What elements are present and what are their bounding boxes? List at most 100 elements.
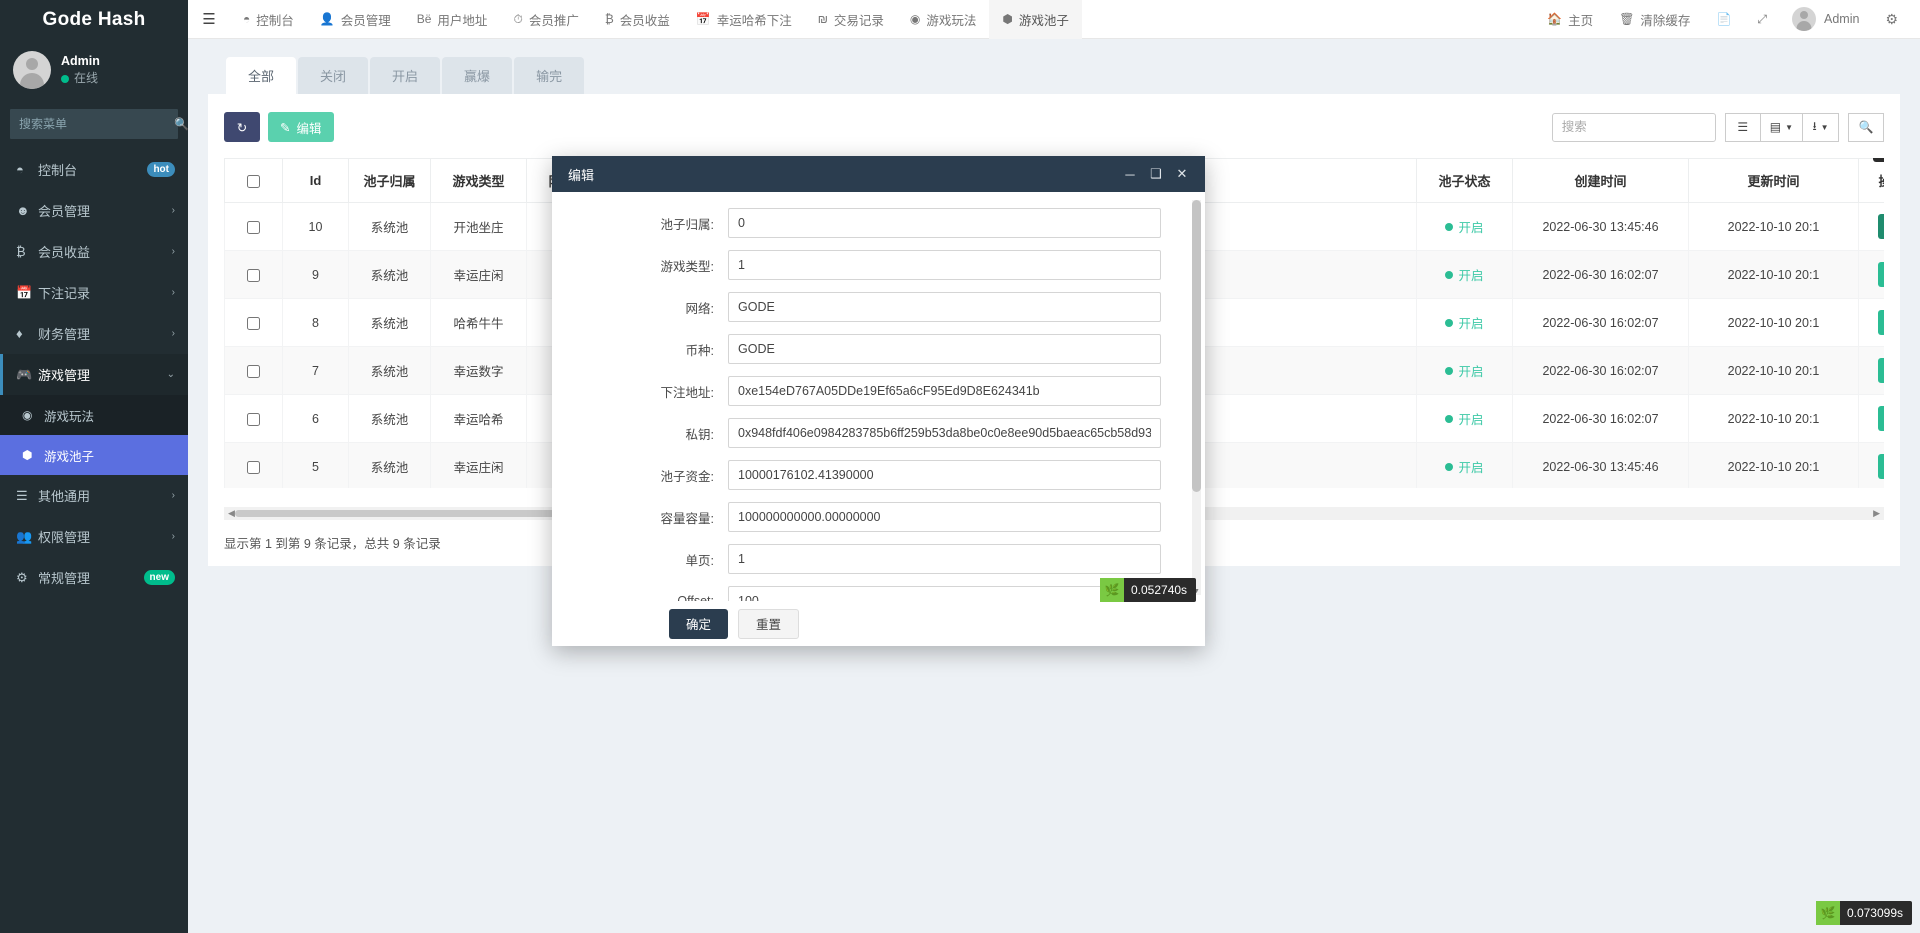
row-edit-button[interactable]: ✎ <box>1878 310 1884 335</box>
topnav-home[interactable]: 🏠 主页 <box>1534 0 1606 39</box>
page-size-input[interactable] <box>728 544 1161 574</box>
tab-open[interactable]: 开启 <box>370 57 441 94</box>
status-badge: 开启 <box>1458 365 1484 379</box>
bet-address-input[interactable] <box>728 376 1161 406</box>
close-icon[interactable]: ✕ <box>1169 166 1195 182</box>
header-status[interactable]: 池子状态 <box>1416 158 1513 203</box>
topnav-tab-game-play[interactable]: ◉ 游戏玩法 <box>897 0 990 39</box>
reset-button[interactable]: 重置 <box>738 608 800 639</box>
cell-id: 10 <box>282 202 349 251</box>
topnav-fullscreen-button[interactable]: ⤢ <box>1744 0 1780 39</box>
topnav-tab-label: 幸运哈希下注 <box>716 13 792 28</box>
header-id[interactable]: Id <box>282 158 349 203</box>
row-edit-button[interactable]: ✎ <box>1878 406 1884 431</box>
dialog-scrollbar[interactable]: ▼ <box>1192 200 1201 595</box>
select-all-header <box>224 158 283 203</box>
dashboard-icon: ◓ <box>243 12 251 26</box>
grid-icon[interactable]: ▤ ▼ <box>1760 112 1803 142</box>
scroll-right-icon[interactable]: ▶ <box>1869 508 1884 519</box>
capacity-input[interactable] <box>728 502 1161 532</box>
search-icon[interactable]: 🔍 <box>1848 112 1884 142</box>
sidebar-item-permissions[interactable]: 👥 权限管理 › <box>0 516 188 557</box>
sidebar-item-dashboard[interactable]: ◓ 控制台 hot <box>0 149 188 190</box>
search-input[interactable] <box>1551 112 1716 142</box>
sidebar-item-game-play[interactable]: ◉ 游戏玩法 <box>0 395 188 435</box>
cell-game-type: 幸运数字 <box>430 346 527 395</box>
offset-input[interactable] <box>728 586 1161 601</box>
field-label: 池子归属: <box>660 217 714 232</box>
hamburger-icon[interactable]: ☰ <box>188 0 230 39</box>
edit-button[interactable]: ✎ 编辑 <box>268 112 334 142</box>
topnav-tab-member-promotion[interactable]: ⏱ 会员推广 <box>500 0 591 39</box>
topnav-book-button[interactable]: 📄 <box>1703 0 1744 39</box>
topnav-tab-user-address[interactable]: Bë 用户地址 <box>404 0 501 39</box>
cell-id: 8 <box>282 298 349 347</box>
row-edit-button[interactable]: ✎ <box>1878 358 1884 383</box>
sidebar-item-other-general[interactable]: ☰ 其他通用 › <box>0 475 188 516</box>
game-type-input[interactable] <box>728 250 1161 280</box>
clock-icon: ⏱ <box>513 11 523 26</box>
user-icon: 👤 <box>319 12 335 26</box>
topnav-tab-dashboard[interactable]: ◓ 控制台 <box>230 0 307 39</box>
search-icon[interactable]: 🔍 <box>174 117 189 131</box>
sidebar-item-game-management[interactable]: 🎮 游戏管理 ⌄ <box>0 354 188 395</box>
tab-closed[interactable]: 关闭 <box>298 57 369 94</box>
minimize-icon[interactable]: ─ <box>1117 167 1143 182</box>
row-checkbox[interactable] <box>247 364 260 378</box>
topnav-user-menu[interactable]: Admin <box>1780 7 1871 31</box>
row-edit-button[interactable]: ✎ <box>1878 262 1884 287</box>
tab-lose[interactable]: 输完 <box>514 57 585 94</box>
maximize-icon[interactable]: ❑ <box>1143 166 1169 182</box>
export-icon[interactable]: ⭳ ▼ <box>1803 112 1839 142</box>
topnav-tab-transactions[interactable]: ₪ 交易记录 <box>805 0 897 39</box>
list-view-icon[interactable]: ☰ <box>1724 112 1761 142</box>
header-created[interactable]: 创建时间 <box>1512 158 1689 203</box>
sidebar-item-game-pool[interactable]: ⬢ 游戏池子 <box>0 435 188 475</box>
tab-all[interactable]: 全部 <box>226 57 297 94</box>
cell-game-type: 幸运哈希 <box>430 394 527 443</box>
header-game-type[interactable]: 游戏类型 <box>430 158 527 203</box>
row-edit-button[interactable]: ✎ <box>1878 214 1884 239</box>
topnav-tab-lucky-hash-bet[interactable]: 📅 幸运哈希下注 <box>683 0 805 39</box>
topnav-tab-member-income[interactable]: ₿ 会员收益 <box>592 0 683 39</box>
cell-action: ✎ <box>1858 250 1884 299</box>
row-checkbox[interactable] <box>247 268 260 282</box>
sidebar-item-finance[interactable]: ♦ 财务管理 › <box>0 313 188 354</box>
topnav-clear-cache[interactable]: 🗑 清除缓存 <box>1606 0 1703 39</box>
row-checkbox[interactable] <box>247 220 260 234</box>
sidebar-item-members[interactable]: ☻ 会员管理 › <box>0 190 188 231</box>
topnav-tab-game-pool[interactable]: ⬢ 游戏池子 <box>989 0 1082 39</box>
users-icon: 👥 <box>16 528 33 544</box>
sidebar-user-panel[interactable]: Admin 在线 <box>0 39 188 101</box>
gear-icon[interactable]: ⚙ <box>1871 11 1912 28</box>
row-checkbox[interactable] <box>247 460 260 474</box>
private-key-input[interactable] <box>728 418 1161 448</box>
book-icon: 📄 <box>1716 12 1732 26</box>
pool-owner-input[interactable] <box>728 208 1161 238</box>
menu-search-input[interactable] <box>19 117 174 131</box>
topnav-tab-members[interactable]: 👤 会员管理 <box>307 0 404 39</box>
select-all-checkbox[interactable] <box>247 175 260 189</box>
calendar-icon: 📅 <box>16 284 33 300</box>
row-checkbox[interactable] <box>247 412 260 426</box>
table-footer-info: 显示第 1 到第 9 条记录，总共 9 条记录 <box>224 537 441 551</box>
refresh-button[interactable]: ↻ <box>224 112 260 142</box>
network-input[interactable] <box>728 292 1161 322</box>
sidebar-item-member-income[interactable]: ₿ 会员收益 › <box>0 231 188 272</box>
header-owner[interactable]: 池子归属 <box>348 158 431 203</box>
sidebar-item-bet-records[interactable]: 📅 下注记录 › <box>0 272 188 313</box>
row-checkbox[interactable] <box>247 316 260 330</box>
chevron-right-icon: › <box>171 531 175 542</box>
dialog-scrollbar-thumb[interactable] <box>1192 200 1201 492</box>
header-updated[interactable]: 更新时间 <box>1688 158 1859 203</box>
currency-input[interactable] <box>728 334 1161 364</box>
sidebar-search[interactable]: 🔍 <box>10 109 189 139</box>
confirm-button[interactable]: 确定 <box>669 608 729 639</box>
row-edit-button[interactable]: ✎ <box>1878 454 1884 479</box>
perf-modal-time: 0.052740s <box>1131 583 1188 597</box>
pool-funds-input[interactable] <box>728 460 1161 490</box>
sidebar-item-general-settings[interactable]: ⚙ 常规管理 new <box>0 557 188 598</box>
dialog-titlebar[interactable]: 编辑 ─ ❑ ✕ <box>552 156 1205 192</box>
field-currency: 币种: <box>552 334 1187 364</box>
tab-win[interactable]: 赢爆 <box>442 57 513 94</box>
